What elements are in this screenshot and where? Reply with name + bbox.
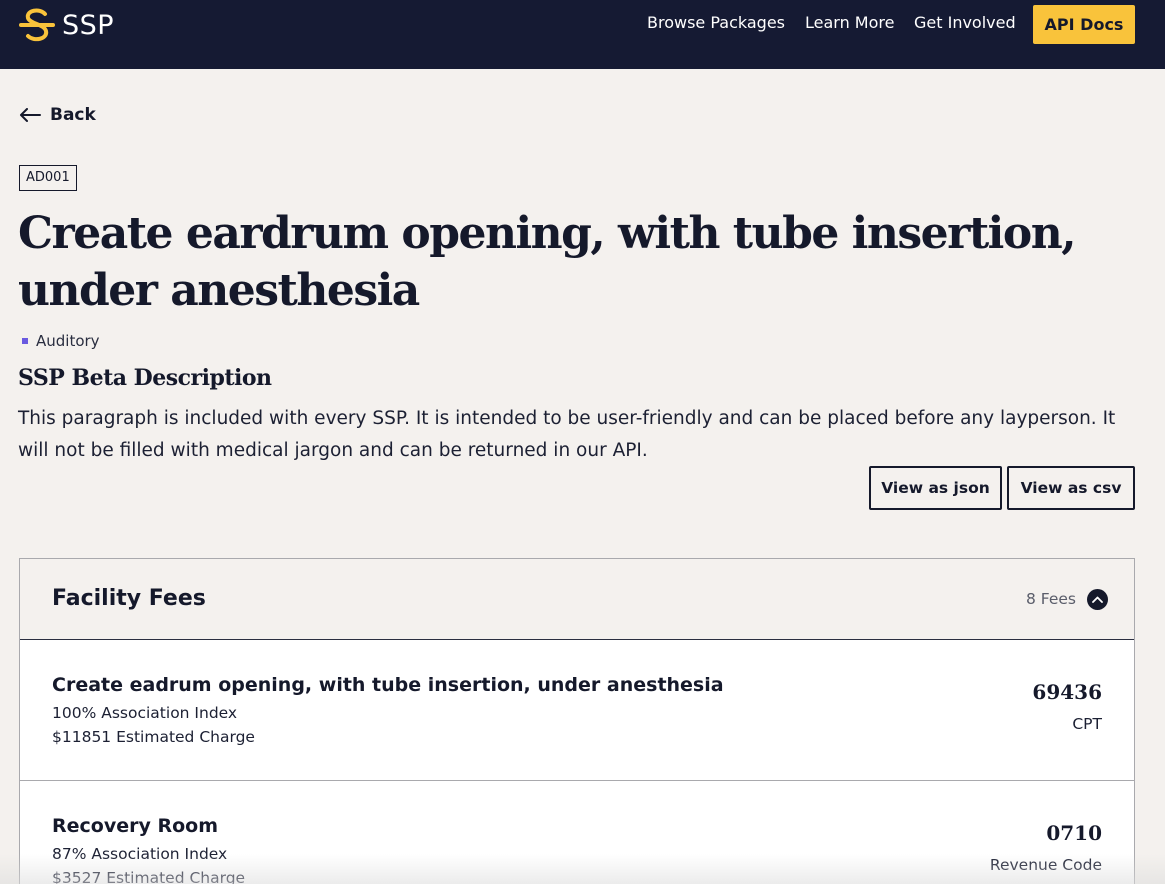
nav-get-involved[interactable]: Get Involved <box>914 13 1016 35</box>
nav-learn-more[interactable]: Learn More <box>805 13 894 35</box>
fee-row: Recovery Room 87% Association Index $352… <box>20 781 1134 884</box>
page-title: Create eardrum opening, with tube insert… <box>18 208 1077 316</box>
view-as-json-button[interactable]: View as json <box>869 466 1002 510</box>
fee-row: Create eadrum opening, with tube inserti… <box>20 640 1134 781</box>
fee-code: 69436 <box>1032 680 1102 704</box>
api-docs-button[interactable]: API Docs <box>1033 5 1135 44</box>
fee-estimated-charge: $11851 Estimated Charge <box>52 728 255 746</box>
back-link[interactable]: Back <box>19 102 96 128</box>
top-navigation-bar: SSP Browse Packages Learn More Get Invol… <box>0 0 1165 69</box>
view-as-csv-button[interactable]: View as csv <box>1007 466 1135 510</box>
fee-association-index: 87% Association Index <box>52 845 228 863</box>
category-label: Auditory <box>22 331 100 351</box>
fee-count: 8 Fees <box>1025 590 1076 608</box>
fee-name: Create eadrum opening, with tube inserti… <box>52 674 724 696</box>
logo-text: SSP <box>62 9 115 41</box>
nav-browse-packages[interactable]: Browse Packages <box>647 13 785 35</box>
fee-code: 0710 <box>1046 821 1102 845</box>
fee-code-type: CPT <box>1072 715 1102 733</box>
arrow-left-icon <box>20 108 41 122</box>
facility-fees-title: Facility Fees <box>52 586 206 611</box>
facility-fees-header[interactable]: Facility Fees 8 Fees <box>20 559 1134 640</box>
fee-code-type: Revenue Code <box>989 856 1102 874</box>
facility-fees-panel: Facility Fees 8 Fees Create eadrum openi… <box>19 558 1135 884</box>
ssp-logo-icon <box>19 8 55 42</box>
category-text: Auditory <box>36 332 100 350</box>
category-bullet-icon <box>22 338 28 344</box>
ssp-logo[interactable]: SSP <box>18 6 114 44</box>
fee-estimated-charge: $3527 Estimated Charge <box>52 869 246 884</box>
procedure-code-tag: AD001 <box>19 165 77 191</box>
fee-name: Recovery Room <box>52 815 219 837</box>
chevron-up-icon[interactable] <box>1087 589 1108 610</box>
description-heading: SSP Beta Description <box>18 365 272 391</box>
fee-association-index: 100% Association Index <box>52 704 238 722</box>
back-label: Back <box>50 105 96 125</box>
description-text: This paragraph is included with every SS… <box>18 408 1116 461</box>
